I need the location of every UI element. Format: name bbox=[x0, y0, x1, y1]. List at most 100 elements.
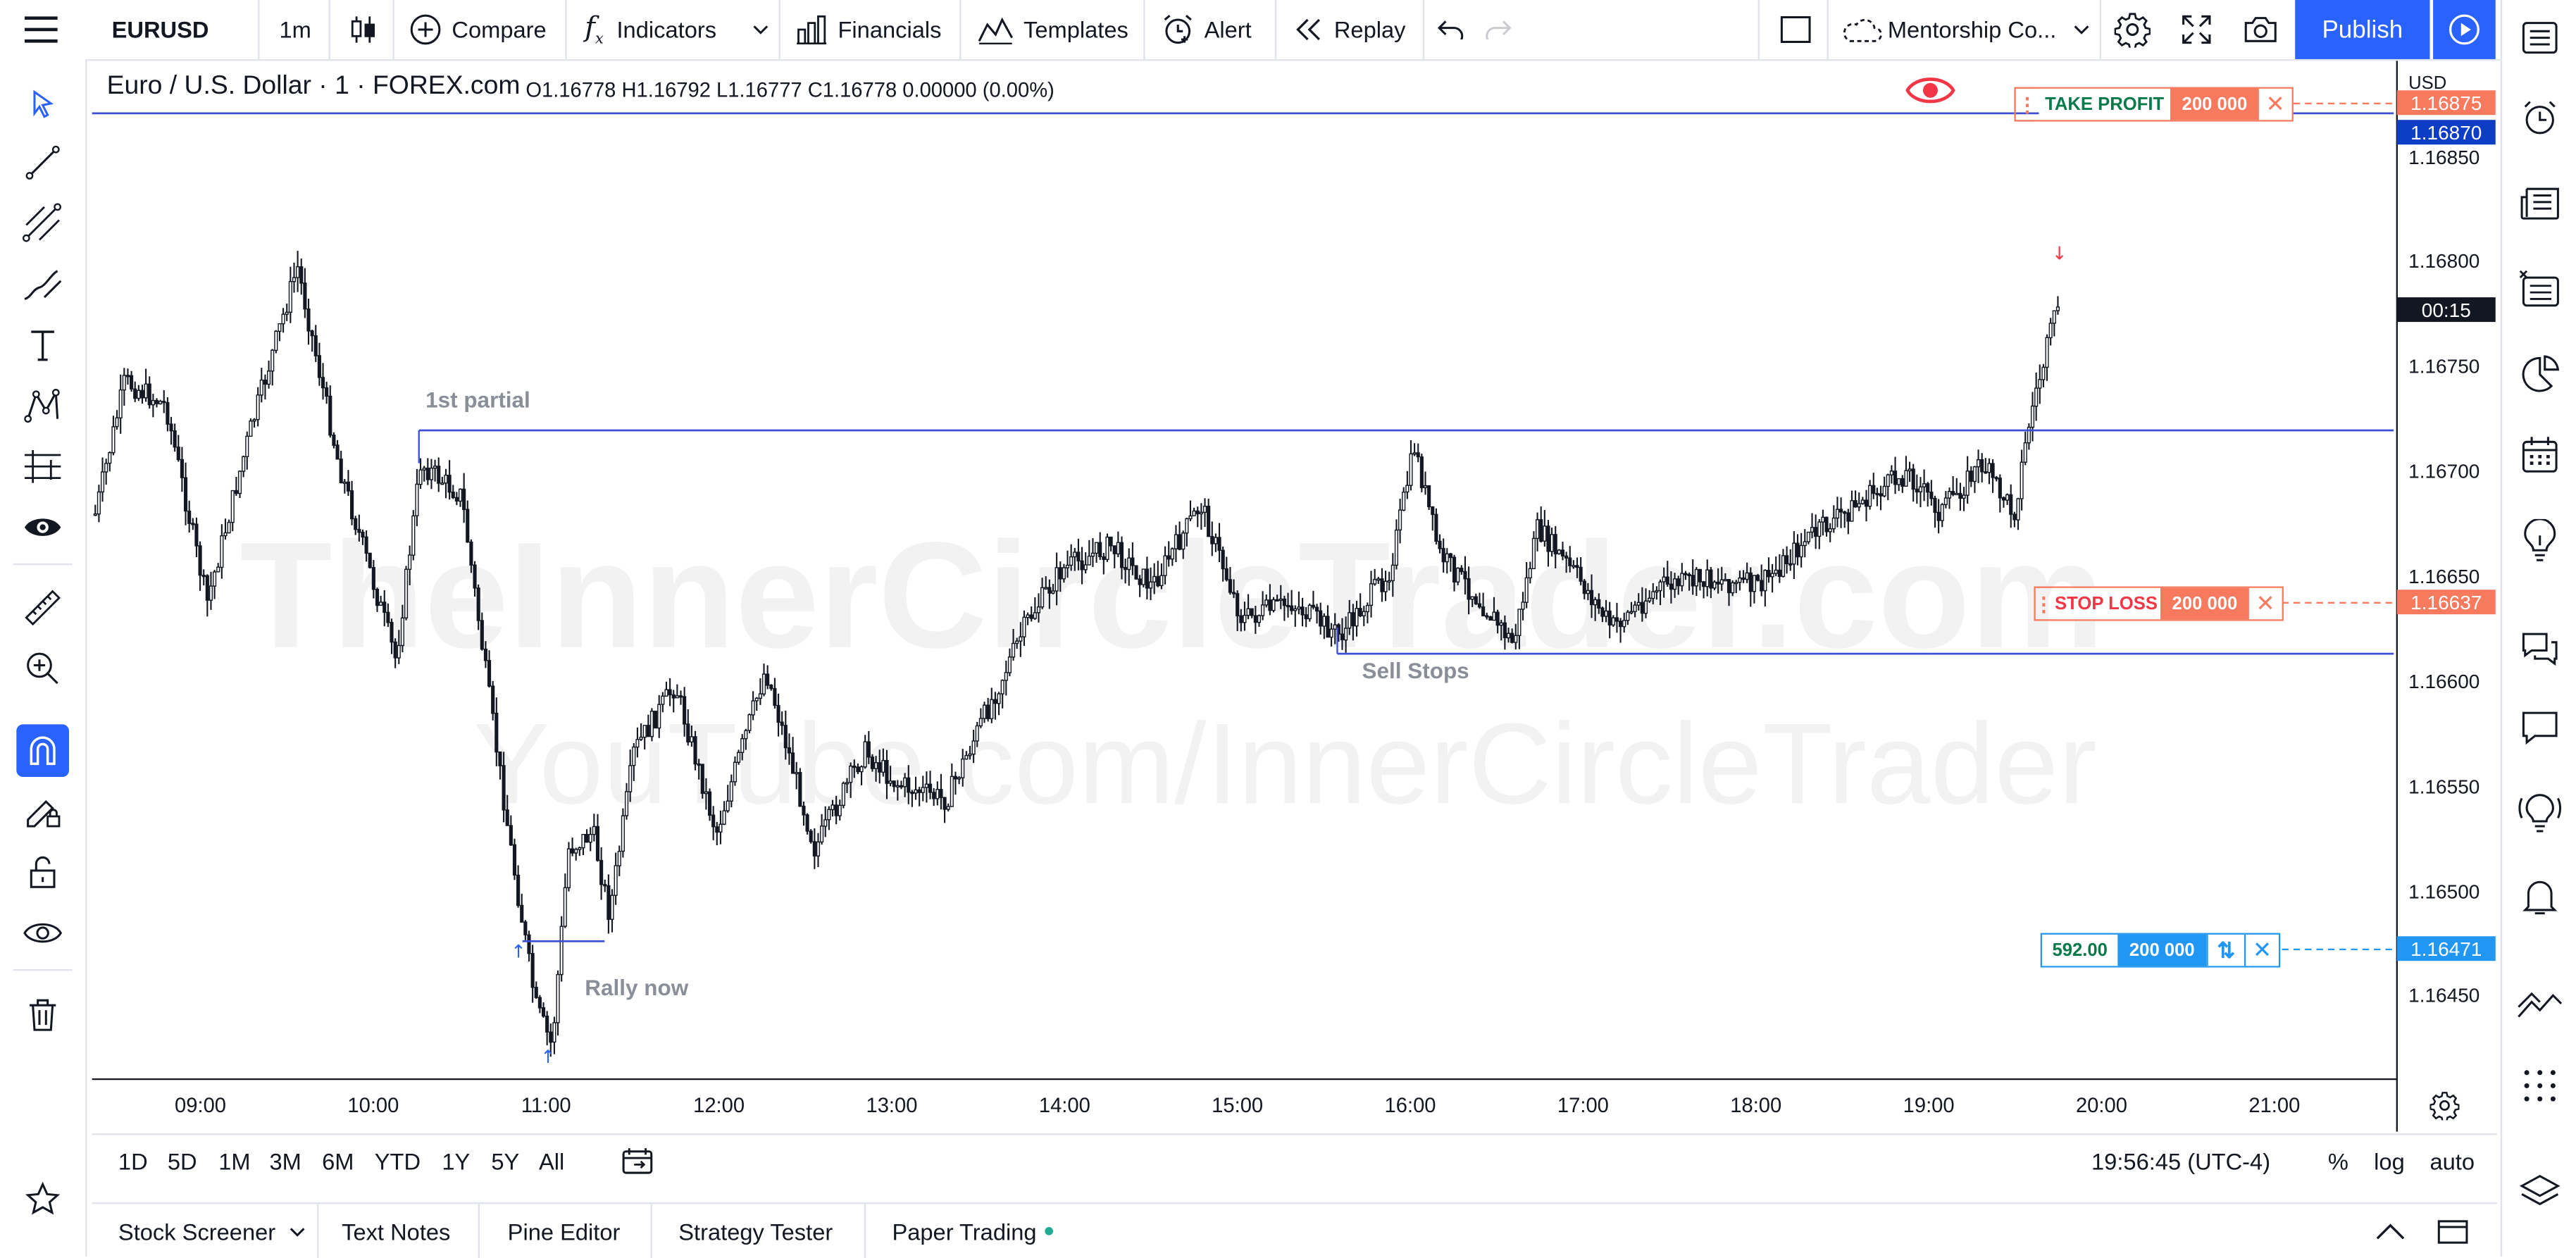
menu-icon[interactable] bbox=[23, 0, 59, 59]
reverse-arrows-icon[interactable]: ⇅ bbox=[2206, 934, 2244, 966]
brush-icon[interactable] bbox=[16, 258, 69, 311]
candle-body bbox=[306, 308, 311, 332]
text-tool-icon[interactable] bbox=[16, 318, 69, 371]
redo-icon[interactable] bbox=[1485, 0, 1512, 59]
close-icon[interactable]: ✕ bbox=[2244, 934, 2279, 966]
tab-pine-editor[interactable]: Pine Editor bbox=[508, 1204, 621, 1258]
position-line[interactable]: 592.00 200 000 ⇅ ✕ bbox=[2040, 933, 2281, 968]
close-icon[interactable]: ✕ bbox=[2248, 587, 2282, 620]
symbol-search[interactable]: EURUSD bbox=[112, 0, 209, 59]
percent-scale-toggle[interactable]: % bbox=[2328, 1135, 2348, 1188]
pie-chart-icon[interactable] bbox=[2513, 348, 2566, 401]
dom-grid-icon[interactable] bbox=[2513, 1059, 2566, 1112]
comment-icon[interactable] bbox=[2513, 702, 2566, 754]
maximize-panel-icon[interactable] bbox=[2437, 1204, 2470, 1258]
unlock-icon[interactable] bbox=[16, 846, 69, 899]
templates-icon bbox=[978, 17, 1014, 44]
alarm-clock-icon bbox=[1164, 14, 1192, 44]
cursor-icon[interactable] bbox=[16, 77, 69, 130]
publish-button[interactable]: Publish bbox=[2295, 0, 2430, 59]
range-button-3m[interactable]: 3M bbox=[269, 1135, 301, 1188]
tab-stock-screener[interactable]: Stock Screener bbox=[118, 1204, 305, 1258]
stop-loss-qty[interactable]: 200 000 bbox=[2160, 587, 2249, 620]
indicators-button[interactable]: fx Indicators bbox=[585, 0, 716, 59]
take-profit-order[interactable]: ⋮ TAKE PROFIT 200 000 ✕ bbox=[2014, 87, 2294, 122]
chats-icon[interactable] bbox=[2513, 623, 2566, 675]
candle-body bbox=[1553, 534, 1557, 555]
play-icon[interactable] bbox=[2433, 0, 2496, 59]
select-layout-icon[interactable] bbox=[1779, 0, 1812, 59]
zoom-in-icon[interactable] bbox=[16, 642, 69, 695]
tab-strategy-tester[interactable]: Strategy Tester bbox=[678, 1204, 833, 1258]
ruler-icon[interactable] bbox=[16, 582, 69, 635]
undo-icon[interactable] bbox=[1437, 0, 1464, 59]
prediction-tool-icon[interactable] bbox=[16, 440, 69, 493]
gear-icon[interactable] bbox=[2114, 0, 2151, 59]
fib-tool-icon[interactable] bbox=[16, 197, 69, 250]
tab-text-notes[interactable]: Text Notes bbox=[342, 1204, 450, 1258]
first-partial-label[interactable]: 1st partial bbox=[425, 387, 530, 412]
clock-timezone[interactable]: 19:56:45 (UTC-4) bbox=[2091, 1135, 2270, 1188]
layout-chevron-down-icon[interactable] bbox=[2073, 0, 2089, 59]
calendar-icon[interactable] bbox=[2513, 429, 2566, 482]
range-button-5d[interactable]: 5D bbox=[168, 1135, 197, 1188]
collapse-panel-chevron-up-icon[interactable] bbox=[2376, 1204, 2406, 1258]
axis-settings-gear-icon[interactable] bbox=[2429, 1090, 2460, 1128]
range-button-5y[interactable]: 5Y bbox=[491, 1135, 519, 1188]
replay-button[interactable]: Replay bbox=[1295, 0, 1406, 59]
range-button-1y[interactable]: 1Y bbox=[442, 1135, 470, 1188]
symbol-legend[interactable]: Euro / U.S. Dollar · 1 · FOREX.com bbox=[107, 73, 521, 102]
drag-handle-icon[interactable]: ⋮ bbox=[2034, 588, 2053, 619]
camera-icon[interactable] bbox=[2243, 0, 2279, 59]
time-label: 20:00 bbox=[2075, 1094, 2127, 1117]
magnet-icon[interactable] bbox=[16, 724, 69, 778]
lock-drawing-icon[interactable] bbox=[16, 785, 69, 838]
range-button-all[interactable]: All bbox=[539, 1135, 564, 1188]
trend-line-icon[interactable] bbox=[16, 137, 69, 189]
tab-paper-trading[interactable]: Paper Trading bbox=[892, 1204, 1053, 1258]
position-qty[interactable]: 200 000 bbox=[2117, 934, 2207, 966]
take-profit-qty[interactable]: 200 000 bbox=[2170, 88, 2259, 120]
chart-pane[interactable]: TheInnerCircleTrader.com YouTube.com/Inn… bbox=[92, 61, 2497, 1132]
fullscreen-icon[interactable] bbox=[2180, 0, 2213, 59]
candle-body bbox=[2048, 323, 2053, 339]
trading-panel-icon[interactable] bbox=[2513, 979, 2566, 1032]
candle-body bbox=[1300, 606, 1305, 616]
stop-loss-order[interactable]: ⋮ STOP LOSS 200 000 ✕ bbox=[2034, 586, 2284, 621]
range-button-1m[interactable]: 1M bbox=[218, 1135, 250, 1188]
date-range-calendar-icon[interactable] bbox=[621, 1135, 654, 1188]
news-icon[interactable] bbox=[2513, 178, 2566, 230]
notifications-bell-icon[interactable] bbox=[2513, 871, 2566, 923]
alerts-clock-icon[interactable] bbox=[2513, 92, 2566, 145]
compare-button[interactable]: Compare bbox=[409, 0, 547, 59]
data-window-icon[interactable] bbox=[2513, 263, 2566, 316]
range-button-1d[interactable]: 1D bbox=[118, 1135, 148, 1188]
rally-now-label[interactable]: Rally now bbox=[585, 976, 688, 1000]
candle-body bbox=[483, 648, 487, 661]
range-button-ytd[interactable]: YTD bbox=[375, 1135, 421, 1188]
candle-body bbox=[1908, 468, 1912, 472]
eye-icon[interactable] bbox=[16, 501, 69, 554]
auto-scale-toggle[interactable]: auto bbox=[2429, 1135, 2475, 1188]
layout-name-button[interactable]: Mentorship Co... bbox=[1840, 0, 2056, 59]
watchlist-icon[interactable] bbox=[2513, 11, 2566, 64]
templates-button[interactable]: Templates bbox=[978, 0, 1128, 59]
pattern-tool-icon[interactable] bbox=[16, 380, 69, 432]
range-button-6m[interactable]: 6M bbox=[322, 1135, 354, 1188]
layers-icon[interactable] bbox=[2513, 1166, 2566, 1219]
interval-button[interactable]: 1m bbox=[279, 0, 311, 59]
close-icon[interactable]: ✕ bbox=[2258, 88, 2292, 120]
log-scale-toggle[interactable]: log bbox=[2374, 1135, 2405, 1188]
hide-drawings-icon[interactable] bbox=[16, 907, 69, 959]
trash-icon[interactable] bbox=[16, 989, 69, 1042]
candles-icon[interactable] bbox=[348, 0, 378, 59]
ideas-bulb-icon[interactable] bbox=[2513, 514, 2566, 567]
visibility-eye-icon[interactable] bbox=[1905, 74, 1955, 115]
financials-button[interactable]: Financials bbox=[795, 0, 941, 59]
indicators-chevron-down-icon[interactable] bbox=[752, 0, 769, 59]
streams-icon[interactable] bbox=[2513, 785, 2566, 838]
sell-stops-label[interactable]: Sell Stops bbox=[1362, 659, 1469, 683]
drag-handle-icon[interactable]: ⋮ bbox=[2016, 89, 2039, 120]
star-icon[interactable] bbox=[16, 1173, 69, 1226]
alert-button[interactable]: Alert bbox=[1162, 0, 1252, 59]
